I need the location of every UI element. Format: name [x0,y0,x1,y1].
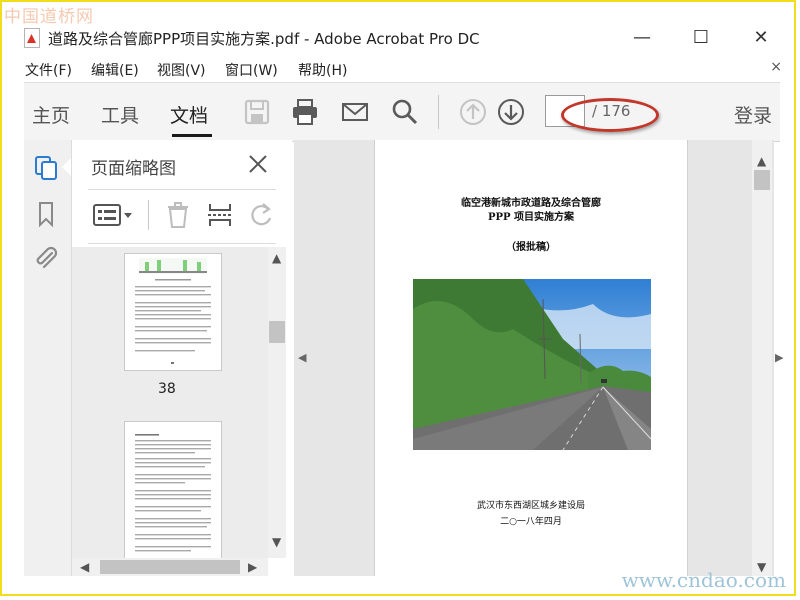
panel-title: 页面缩略图 [91,159,176,179]
page-thumbnail-39[interactable] [124,421,222,558]
menu-file[interactable]: 文件(F) [25,60,72,80]
bookmark-icon[interactable] [32,200,60,228]
document-date: 二○一八年四月 [500,517,562,527]
expand-right-panel-icon[interactable]: ▶ [775,351,783,364]
document-subtitle: （报批稿） [506,242,556,253]
next-page-icon[interactable] [496,97,526,127]
window-title: 道路及综合管廊PPP项目实施方案.pdf - Adobe Acrobat Pro… [48,30,480,48]
previous-page-icon[interactable] [458,97,488,127]
toolbar-separator [438,95,439,129]
close-document-button[interactable]: × [770,59,782,75]
scroll-up-icon[interactable]: ▲ [757,154,766,168]
panel-divider [88,243,276,244]
rotate-page-icon[interactable] [246,200,276,230]
close-panel-icon[interactable] [244,150,272,178]
minimize-button[interactable]: — [627,26,657,50]
rail-active-pointer [62,158,71,176]
scroll-right-icon[interactable]: ▶ [248,560,257,574]
thumbnail-content [135,258,211,364]
document-title-line1: 临空港新城市政道路及综合管廊 [461,198,601,209]
watermark-top: 中国道桥网 [4,7,94,27]
document-page: 临空港新城市政道路及综合管廊 PPP 项目实施方案 （报批稿） 武汉市东西湖区城… [374,140,688,576]
scrollbar-thumb[interactable] [754,170,770,190]
menu-window[interactable]: 窗口(W) [225,60,278,80]
tab-tools[interactable]: 工具 [101,101,139,128]
delete-page-icon[interactable] [163,200,193,230]
thumbnail-options-icon[interactable] [92,200,134,230]
thumbnail-vertical-scrollbar[interactable]: ▲ ▼ [268,247,286,558]
annotation-ellipse [561,98,659,132]
panel-divider [88,189,276,190]
insert-page-icon[interactable] [205,200,235,230]
toolbar: 主页 工具 文档 / 176 登录 [24,82,780,142]
menu-view[interactable]: 视图(V) [157,60,206,80]
maximize-button[interactable]: ☐ [686,26,716,50]
scroll-left-icon[interactable]: ◀ [80,560,89,574]
page-thumbnail-38[interactable] [124,253,222,371]
search-icon[interactable] [390,97,420,127]
tab-home[interactable]: 主页 [32,101,70,128]
document-title-line2: PPP 项目实施方案 [487,212,575,223]
menu-edit[interactable]: 编辑(E) [91,60,139,80]
thumbnail-content [135,434,211,552]
scrollbar-thumb[interactable] [100,560,240,574]
active-tab-indicator [172,134,212,137]
thumbnail-list[interactable]: 38 [72,247,268,558]
document-vertical-scrollbar[interactable]: ▲ ▼ [752,140,772,576]
panel-tool-separator [148,200,149,230]
print-icon[interactable] [290,97,320,127]
thumbnail-panel: 页面缩略图 38 ▲ ▼ ◀ ▶ [72,140,292,576]
login-button[interactable]: 登录 [734,101,772,128]
scroll-down-icon[interactable]: ▼ [272,535,281,549]
scrollbar-thumb[interactable] [269,321,285,343]
watermark-bottom: www.cndao.com [621,568,786,592]
close-window-button[interactable]: ✕ [746,26,776,50]
page-thumbnails-icon[interactable] [32,154,60,182]
menu-help[interactable]: 帮助(H) [298,60,347,80]
road-photo [413,279,651,450]
document-issuer: 武汉市东西湖区城乡建设局 [476,501,585,511]
pdf-file-icon [24,28,40,48]
scroll-up-icon[interactable]: ▲ [272,251,281,265]
thumbnail-horizontal-scrollbar[interactable]: ◀ ▶ [72,558,268,576]
title-bar: 道路及综合管廊PPP项目实施方案.pdf - Adobe Acrobat Pro… [2,22,794,54]
menu-bar: 文件(F) 编辑(E) 视图(V) 窗口(W) 帮助(H) × [2,56,794,82]
navigation-rail [24,140,72,576]
email-icon[interactable] [340,97,370,127]
thumbnail-page-number: 38 [158,381,176,397]
attachment-icon[interactable] [32,244,60,272]
tab-document[interactable]: 文档 [170,101,208,128]
collapse-left-panel-icon[interactable]: ◀ [298,351,306,364]
save-icon[interactable] [242,97,272,127]
